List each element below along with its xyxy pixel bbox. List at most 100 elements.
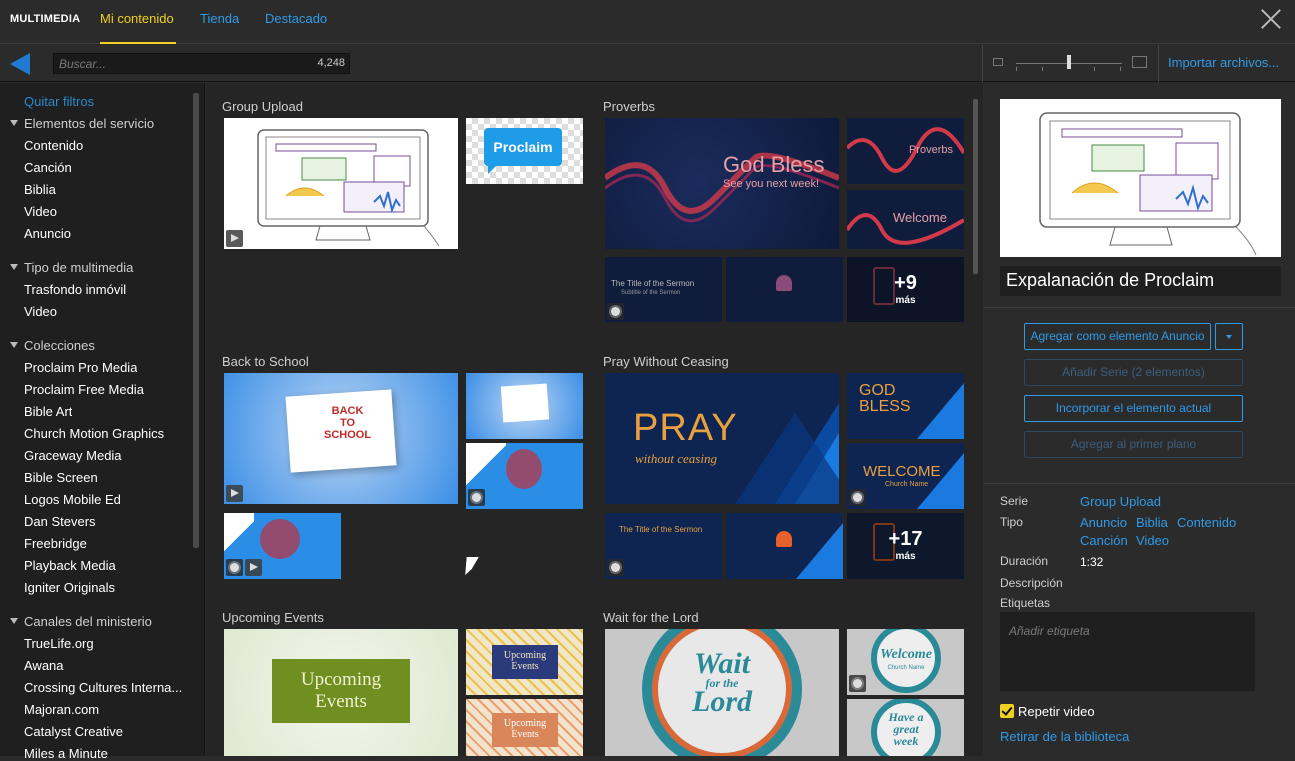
tab-tienda[interactable]: Tienda xyxy=(200,11,239,26)
collection-item[interactable]: Bible Art xyxy=(24,404,72,419)
media-thumbnail[interactable] xyxy=(466,443,583,509)
more-items-overlay[interactable]: +9 más xyxy=(847,257,964,322)
media-thumbnail[interactable]: Upcoming Events xyxy=(224,629,458,756)
section-collections[interactable]: Colecciones xyxy=(10,338,95,353)
collection-item[interactable]: Freebridge xyxy=(24,536,87,551)
media-thumbnail[interactable]: +17 más xyxy=(847,513,964,579)
grid-scrollbar[interactable] xyxy=(973,99,978,274)
media-thumbnail[interactable]: God Bless See you next week! xyxy=(605,118,839,249)
tag-input[interactable]: Añadir etiqueta xyxy=(1000,612,1255,691)
media-thumbnail[interactable]: Upcoming Events xyxy=(466,629,583,695)
media-thumbnail[interactable]: Upcoming Events xyxy=(466,699,583,756)
serie-link[interactable]: Group Upload xyxy=(1080,494,1161,509)
media-thumbnail[interactable] xyxy=(726,513,843,579)
channel-item[interactable]: Awana xyxy=(24,658,64,673)
media-thumbnail[interactable] xyxy=(466,373,583,439)
add-series-button[interactable]: Añadir Serie (2 elementos) xyxy=(1024,359,1243,386)
computer-illustration xyxy=(1039,112,1257,256)
search-box[interactable]: 4,248 xyxy=(53,53,350,74)
group-title[interactable]: Back to School xyxy=(222,354,309,369)
group-title[interactable]: Upcoming Events xyxy=(222,610,324,625)
incorporate-current-button[interactable]: Incorporar el elemento actual xyxy=(1024,395,1243,422)
search-input[interactable] xyxy=(54,54,304,73)
slide-heading: Upcoming Events xyxy=(492,645,558,679)
repeat-video-checkbox[interactable] xyxy=(1000,704,1014,718)
media-thumbnail[interactable]: GOD BLESS xyxy=(847,373,964,439)
group-title[interactable]: Group Upload xyxy=(222,99,303,114)
media-grid: Group Upload Proclaim Proverbs God Bless… xyxy=(206,83,983,756)
slider-handle[interactable] xyxy=(1067,55,1071,69)
collection-item[interactable]: Graceway Media xyxy=(24,448,122,463)
add-options-dropdown[interactable] xyxy=(1215,323,1243,350)
media-thumbnail[interactable]: The Title of the Sermon xyxy=(605,513,722,579)
collection-item[interactable]: Church Motion Graphics xyxy=(24,426,164,441)
filter-video[interactable]: Video xyxy=(24,204,57,219)
tipo-link[interactable]: Anuncio xyxy=(1080,515,1127,530)
group-title[interactable]: Proverbs xyxy=(603,99,655,114)
title-field[interactable]: Expalanación de Proclaim xyxy=(1000,266,1281,296)
channel-item[interactable]: Crossing Cultures Interna... xyxy=(24,680,182,695)
filter-biblia[interactable]: Biblia xyxy=(24,182,56,197)
section-media-type[interactable]: Tipo de multimedia xyxy=(10,260,133,275)
collection-item[interactable]: Logos Mobile Ed xyxy=(24,492,121,507)
app-brand: MULTIMEDIA xyxy=(10,13,81,25)
back-arrow-icon[interactable] xyxy=(10,53,30,75)
tipo-link[interactable]: Canción xyxy=(1080,533,1128,548)
filter-anuncio[interactable]: Anuncio xyxy=(24,226,71,241)
small-thumbnail-icon[interactable] xyxy=(993,58,1003,66)
add-announcement-button[interactable]: Agregar como elemento Anuncio xyxy=(1024,323,1211,350)
collection-item[interactable]: Proclaim Free Media xyxy=(24,382,144,397)
section-service-items[interactable]: Elementos del servicio xyxy=(10,116,154,131)
media-thumbnail[interactable]: Have a great week xyxy=(847,699,964,756)
collection-item[interactable]: Proclaim Pro Media xyxy=(24,360,137,375)
media-thumbnail[interactable]: WELCOME Church Name xyxy=(847,443,964,509)
back-to-school-text: BACK TO SCHOOL xyxy=(324,405,371,441)
media-thumbnail[interactable]: The Title of the Sermon Subtitle of the … xyxy=(605,257,722,322)
media-thumbnail[interactable]: +9 más xyxy=(847,257,964,322)
slide-heading: GOD xyxy=(859,382,896,399)
media-thumbnail[interactable]: PRAY without ceasing xyxy=(605,373,839,504)
divider xyxy=(1158,45,1159,82)
collection-item[interactable]: Igniter Originals xyxy=(24,580,115,595)
collection-item[interactable]: Dan Stevers xyxy=(24,514,96,529)
media-thumbnail[interactable]: Welcome xyxy=(847,190,964,249)
close-icon[interactable] xyxy=(1260,8,1282,30)
media-thumbnail[interactable]: BACK TO SCHOOL xyxy=(224,373,458,504)
channel-item[interactable]: Majoran.com xyxy=(24,702,99,717)
channel-item[interactable]: Catalyst Creative xyxy=(24,724,123,739)
group-title[interactable]: Pray Without Ceasing xyxy=(603,354,729,369)
media-thumbnail[interactable]: Welcome Church Name xyxy=(847,629,964,695)
video-icon xyxy=(226,485,243,502)
clear-filters-link[interactable]: Quitar filtros xyxy=(24,94,94,109)
still-image-icon xyxy=(607,303,624,320)
filter-still-background[interactable]: Trasfondo inmóvil xyxy=(24,282,126,297)
filter-media-video[interactable]: Video xyxy=(24,304,57,319)
add-foreground-button[interactable]: Agregar al primer plano xyxy=(1024,431,1243,458)
large-thumbnail-icon[interactable] xyxy=(1132,56,1147,68)
media-thumbnail[interactable]: Proclaim xyxy=(466,118,583,184)
repeat-video-label[interactable]: Repetir video xyxy=(1018,704,1095,719)
tipo-link[interactable]: Video xyxy=(1136,533,1169,548)
collection-item[interactable]: Bible Screen xyxy=(24,470,98,485)
tipo-link[interactable]: Contenido xyxy=(1177,515,1236,530)
tab-mi-contenido[interactable]: Mi contenido xyxy=(100,11,174,26)
more-items-overlay[interactable]: +17 más xyxy=(847,513,964,579)
still-image-icon xyxy=(226,559,243,576)
collection-item[interactable]: Playback Media xyxy=(24,558,116,573)
media-thumbnail[interactable] xyxy=(726,257,843,322)
channel-item[interactable]: TrueLife.org xyxy=(24,636,94,651)
sidebar-scrollbar[interactable] xyxy=(193,93,199,548)
tipo-link[interactable]: Biblia xyxy=(1136,515,1168,530)
group-title[interactable]: Wait for the Lord xyxy=(603,610,699,625)
media-thumbnail[interactable]: Proverbs xyxy=(847,118,964,184)
filter-cancion[interactable]: Canción xyxy=(24,160,72,175)
import-files-button[interactable]: Importar archivos... xyxy=(1168,55,1279,70)
tab-destacado[interactable]: Destacado xyxy=(265,11,327,26)
channel-item[interactable]: Miles a Minute xyxy=(24,746,108,761)
remove-from-library-link[interactable]: Retirar de la biblioteca xyxy=(1000,729,1129,744)
filter-contenido[interactable]: Contenido xyxy=(24,138,83,153)
media-thumbnail[interactable]: Wait for the Lord xyxy=(605,629,839,756)
media-thumbnail[interactable] xyxy=(224,513,341,579)
section-ministry-channels[interactable]: Canales del ministerio xyxy=(10,614,152,629)
media-thumbnail[interactable] xyxy=(224,118,458,249)
